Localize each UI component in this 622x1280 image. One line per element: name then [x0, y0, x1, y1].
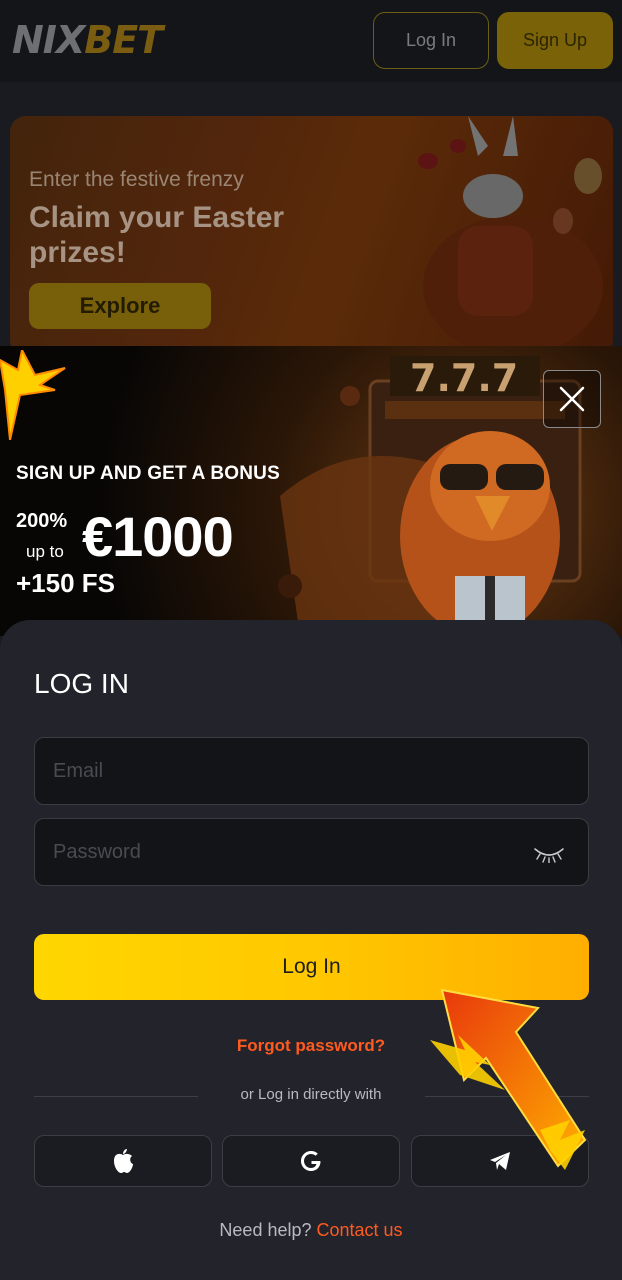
help-text: Need help? Contact us — [0, 1220, 622, 1241]
telegram-login-button[interactable] — [411, 1135, 589, 1187]
social-login-prompt: or Log in directly with — [240, 1086, 382, 1103]
google-login-button[interactable] — [222, 1135, 400, 1187]
header-login-button[interactable]: Log In — [373, 12, 489, 69]
password-input[interactable] — [35, 819, 588, 885]
apple-login-button[interactable] — [34, 1135, 212, 1187]
contact-us-link[interactable]: Contact us — [317, 1220, 403, 1240]
password-field[interactable] — [34, 818, 589, 886]
easter-promo-banner: Enter the festive frenzy Claim your East… — [10, 116, 613, 356]
header-signup-button[interactable]: Sign Up — [497, 12, 613, 69]
email-field[interactable] — [34, 737, 589, 805]
promo-subtitle: Enter the festive frenzy — [29, 168, 244, 191]
nixbet-logo[interactable]: NIXBET — [12, 18, 163, 62]
divider — [425, 1096, 589, 1097]
lightning-decoration — [0, 350, 66, 440]
bonus-percent: 200% — [16, 510, 68, 532]
bonus-free-spins: +150 FS — [16, 568, 116, 598]
apple-icon — [114, 1149, 133, 1173]
telegram-icon — [490, 1152, 510, 1170]
signup-bonus-banner: 7.7.7 SIGN UP AND GET A BONUS 200% up to… — [0, 346, 622, 636]
show-password-icon[interactable] — [532, 845, 566, 863]
explore-button[interactable]: Explore — [29, 283, 211, 329]
promo-title: Claim your Easter prizes! — [29, 201, 285, 269]
svg-text:7.7.7: 7.7.7 — [410, 356, 518, 400]
site-header: NIXBET Log In Sign Up — [0, 0, 622, 82]
bonus-amount: €1000 — [82, 505, 234, 568]
forgot-password-link[interactable]: Forgot password? — [0, 1036, 622, 1056]
login-submit-button[interactable]: Log In — [34, 934, 589, 1000]
bonus-up-to: up to — [26, 542, 64, 561]
help-label: Need help? — [219, 1220, 312, 1240]
bonus-headline: SIGN UP AND GET A BONUS — [16, 463, 280, 484]
close-icon — [559, 386, 585, 412]
close-modal-button[interactable] — [543, 370, 601, 428]
google-icon — [301, 1151, 321, 1171]
login-title: LOG IN — [34, 668, 129, 699]
email-input[interactable] — [35, 738, 588, 804]
login-panel: LOG IN Log In Forgot password? or Log in… — [0, 620, 622, 1280]
